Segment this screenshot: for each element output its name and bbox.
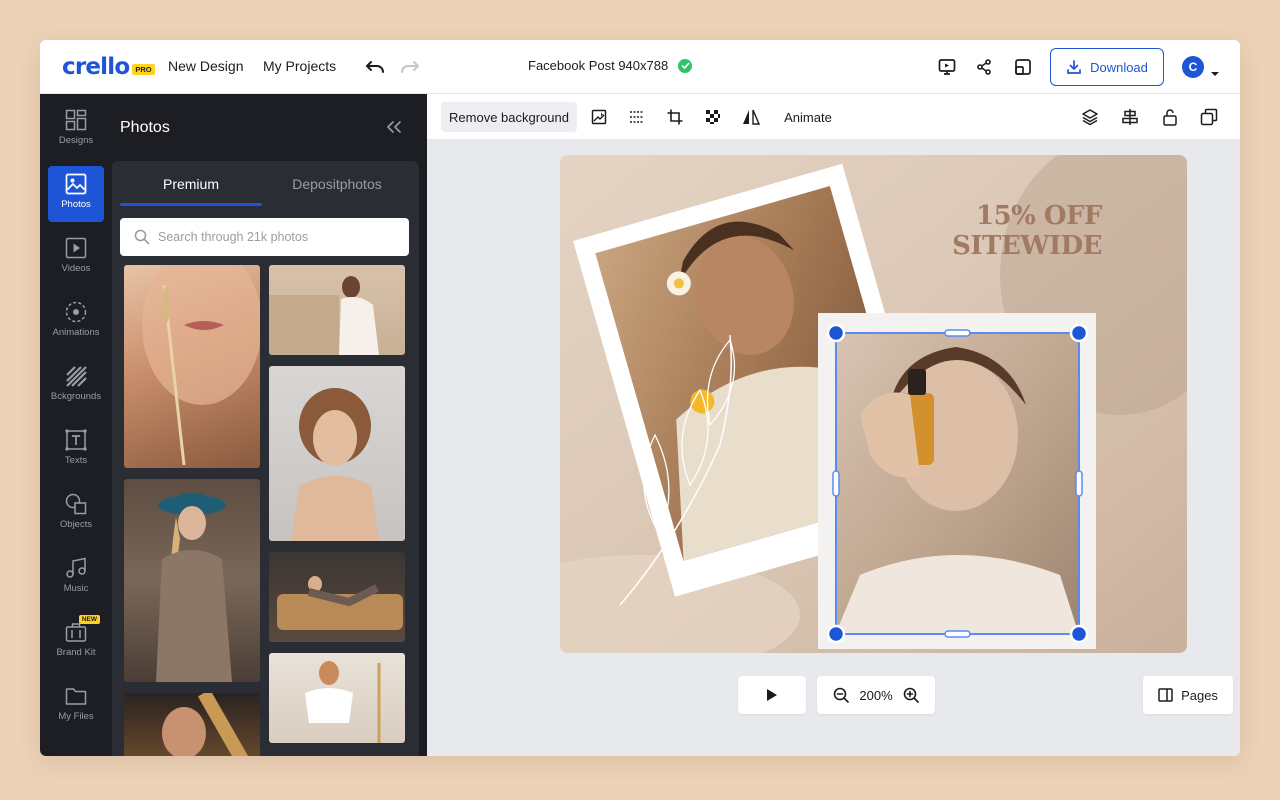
photo-thumbnail[interactable] — [269, 366, 405, 541]
rail-label: Texts — [64, 455, 88, 466]
rail-label: Videos — [61, 263, 91, 274]
rail-item-brand-kit[interactable]: NEW Brand Kit — [48, 614, 104, 670]
filter-icon[interactable] — [623, 102, 651, 132]
photo-thumbnail[interactable] — [269, 653, 405, 743]
tab-depositphotos[interactable]: Depositphotos — [262, 161, 412, 207]
pages-icon — [1158, 688, 1173, 702]
zoom-level: 200% — [859, 687, 893, 703]
active-tab-indicator — [120, 203, 262, 206]
image-effects-icon[interactable] — [585, 102, 613, 132]
rail-label: Music — [63, 583, 89, 594]
pages-button[interactable]: Pages — [1143, 676, 1233, 714]
background-icon — [66, 366, 87, 387]
rail-item-animations[interactable]: Animations — [48, 294, 104, 350]
redo-icon[interactable] — [398, 55, 422, 79]
flip-icon[interactable] — [737, 102, 765, 132]
zoom-out-icon[interactable] — [833, 687, 850, 703]
pro-badge: PRO — [132, 63, 155, 75]
workspace: Remove background Animate 15% OFF SITEWI… — [427, 94, 1240, 756]
rail-label: Animations — [52, 327, 100, 338]
search-icon — [134, 229, 150, 245]
animate-button[interactable]: Animate — [777, 102, 839, 132]
promo-line-2: SITEWIDE — [952, 231, 1102, 261]
video-icon — [65, 237, 87, 259]
download-icon — [1067, 60, 1081, 74]
new-badge: NEW — [78, 615, 100, 624]
rail-label: Designs — [58, 135, 94, 146]
app-window: crello PRO New Design My Projects Facebo… — [40, 40, 1240, 756]
crello-logo[interactable]: crello PRO — [62, 54, 155, 80]
avatar[interactable]: C — [1182, 56, 1204, 78]
zoom-in-icon[interactable] — [903, 687, 919, 703]
rail-item-videos[interactable]: Videos — [48, 230, 104, 286]
photo-thumbnail[interactable] — [269, 552, 405, 642]
rail-label: My Files — [58, 711, 94, 722]
rail-item-my-files[interactable]: My Files — [48, 678, 104, 734]
photo-thumbnail[interactable] — [269, 265, 405, 355]
photos-content: Premium Depositphotos — [112, 161, 419, 756]
remove-background-button[interactable]: Remove background — [441, 102, 577, 132]
document-title-text: Facebook Post 940x788 — [528, 58, 669, 73]
photo-thumbnail[interactable] — [124, 265, 260, 468]
new-design-link[interactable]: New Design — [168, 58, 243, 74]
photo-search[interactable] — [120, 218, 409, 256]
trash-icon[interactable] — [1235, 102, 1240, 132]
promo-line-1: 15% OFF — [975, 201, 1103, 231]
design-canvas[interactable]: 15% OFF SITEWIDE — [560, 155, 1187, 653]
cloud-saved-icon — [678, 58, 693, 73]
rail-item-objects[interactable]: Objects — [48, 486, 104, 542]
briefcase-icon — [65, 623, 87, 642]
resize-icon[interactable] — [1011, 55, 1035, 79]
crop-icon[interactable] — [661, 102, 689, 132]
promo-text[interactable]: 15% OFF SITEWIDE — [944, 201, 1102, 261]
rail-label: Photos — [61, 199, 91, 210]
animation-icon — [65, 301, 87, 323]
tab-premium[interactable]: Premium — [120, 161, 262, 207]
play-button[interactable] — [738, 676, 806, 714]
play-icon — [767, 689, 777, 701]
rail-item-photos[interactable]: Photos — [48, 166, 104, 222]
duplicate-icon[interactable] — [1195, 102, 1223, 132]
download-label: Download — [1090, 59, 1148, 75]
top-header: crello PRO New Design My Projects Facebo… — [40, 40, 1240, 94]
align-icon[interactable] — [1116, 102, 1144, 132]
rail-item-backgrounds[interactable]: Bckgrounds — [48, 358, 104, 414]
logo-text: crello — [62, 54, 130, 80]
preview-icon[interactable] — [935, 55, 959, 79]
photos-panel: Photos Premium Depositphotos — [112, 94, 427, 756]
image-icon — [65, 173, 87, 195]
grid-icon — [65, 109, 87, 131]
left-rail: Designs Photos Videos Animations Bckgrou… — [40, 94, 112, 756]
my-projects-link[interactable]: My Projects — [263, 58, 336, 74]
shapes-icon — [65, 493, 87, 515]
layers-icon[interactable] — [1076, 102, 1104, 132]
share-icon[interactable] — [972, 55, 996, 79]
document-title[interactable]: Facebook Post 940x788 — [528, 58, 693, 73]
download-button[interactable]: Download — [1050, 48, 1164, 86]
undo-icon[interactable] — [363, 55, 387, 79]
text-icon — [65, 429, 87, 451]
zoom-control: 200% — [817, 676, 935, 714]
lock-icon[interactable] — [1156, 102, 1184, 132]
context-toolbar: Remove background Animate — [427, 94, 1240, 140]
photo-thumbnail[interactable] — [124, 479, 260, 682]
folder-icon — [65, 688, 87, 705]
transparency-icon[interactable] — [699, 102, 727, 132]
rail-label: Bckgrounds — [50, 391, 102, 402]
panel-title: Photos — [120, 119, 170, 136]
music-icon — [66, 557, 86, 578]
photo-thumbnail[interactable] — [124, 693, 260, 756]
rail-item-texts[interactable]: Texts — [48, 422, 104, 478]
search-input[interactable] — [158, 230, 398, 244]
rail-label: Objects — [59, 519, 93, 530]
rail-item-designs[interactable]: Designs — [48, 102, 104, 158]
collapse-panel-icon[interactable] — [384, 117, 404, 137]
pages-label: Pages — [1181, 687, 1218, 703]
rail-item-music[interactable]: Music — [48, 550, 104, 606]
rail-label: Brand Kit — [56, 647, 96, 658]
chevron-down-icon[interactable] — [1210, 64, 1220, 82]
